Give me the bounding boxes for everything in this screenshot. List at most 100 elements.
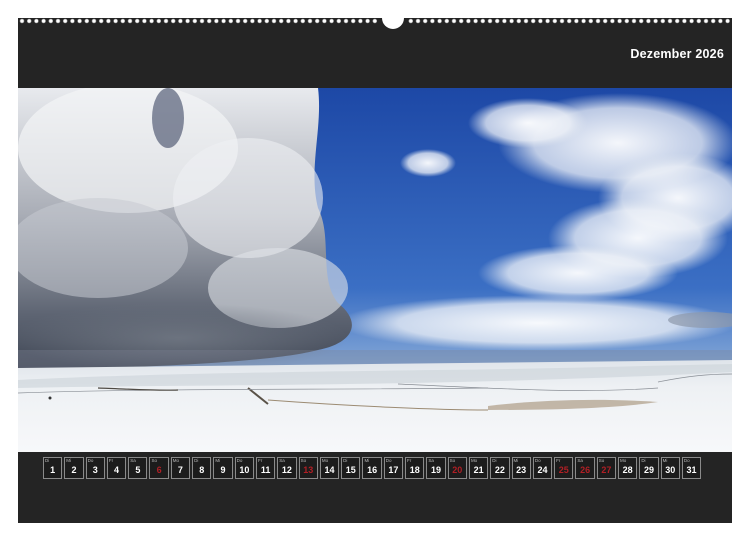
binding-ring bbox=[574, 18, 579, 24]
binding-ring bbox=[84, 18, 90, 24]
binding-ring bbox=[350, 18, 356, 24]
binding-ring bbox=[120, 18, 126, 24]
binding-ring bbox=[300, 18, 306, 24]
binding-ring bbox=[170, 18, 176, 24]
day-cell: Fr 25 bbox=[554, 457, 574, 479]
weekday-label: Fr bbox=[556, 458, 561, 463]
weekday-label: Do bbox=[385, 458, 392, 463]
binding-ring bbox=[466, 18, 471, 24]
binding-ring bbox=[494, 18, 500, 24]
binding-ring bbox=[545, 18, 550, 24]
binding-ring bbox=[437, 18, 442, 24]
binding-ring bbox=[696, 18, 702, 24]
day-strip: Di 1 Mi 2 Do 3 Fr 4 Sa 5 So 6 Mo 7 Di 8 Mi 9 Do 10 Fr 11 Sa 12 S… bbox=[43, 457, 703, 479]
binding-ring bbox=[206, 18, 212, 24]
weekday-label: Fr bbox=[108, 458, 114, 463]
weekday-label: Di bbox=[492, 458, 497, 463]
day-cell: Di 8 bbox=[192, 457, 212, 479]
weekday-label: So bbox=[300, 458, 307, 463]
day-cell: So 20 bbox=[447, 457, 467, 479]
day-cell: Mi 30 bbox=[660, 457, 680, 479]
day-cell: Mo 28 bbox=[618, 457, 638, 479]
binding-ring bbox=[509, 18, 514, 24]
day-number: 29 bbox=[643, 465, 654, 475]
day-number: 30 bbox=[665, 465, 676, 475]
day-number: 31 bbox=[686, 465, 697, 475]
day-number: 7 bbox=[177, 465, 183, 475]
wire-binding bbox=[18, 12, 732, 32]
binding-ring bbox=[523, 18, 529, 24]
weekday-label: Sa bbox=[279, 458, 285, 463]
day-number: 24 bbox=[537, 465, 548, 475]
binding-ring bbox=[408, 18, 414, 24]
binding-ring bbox=[588, 18, 594, 24]
day-number: 11 bbox=[260, 465, 271, 475]
weekday-label: Mi bbox=[662, 458, 668, 463]
binding-ring bbox=[451, 18, 457, 24]
binding-ring bbox=[214, 18, 219, 24]
day-cell: Fr 11 bbox=[255, 457, 276, 479]
month-title: Dezember 2026 bbox=[630, 47, 724, 61]
day-cell: Di 1 bbox=[43, 457, 63, 479]
day-number: 5 bbox=[135, 465, 141, 475]
day-number: 19 bbox=[430, 465, 441, 475]
weekday-label: Mo bbox=[321, 458, 329, 463]
day-cell: Di 29 bbox=[639, 457, 659, 479]
day-number: 25 bbox=[558, 465, 569, 475]
binding-ring bbox=[314, 18, 320, 24]
binding-ring bbox=[674, 18, 680, 24]
weekday-label: Mi bbox=[215, 458, 221, 463]
weekday-label: Sa bbox=[130, 458, 136, 463]
day-number: 14 bbox=[324, 465, 335, 475]
binding-ring bbox=[142, 18, 147, 24]
day-cell: Di 22 bbox=[490, 457, 510, 479]
binding-ring bbox=[480, 18, 486, 24]
weekday-label: So bbox=[449, 458, 456, 463]
binding-ring bbox=[271, 18, 277, 24]
binding-ring bbox=[185, 18, 190, 24]
binding-ring bbox=[98, 18, 104, 24]
day-cell: So 27 bbox=[596, 457, 617, 479]
day-cell: So 13 bbox=[298, 457, 318, 479]
day-number: 2 bbox=[71, 465, 77, 475]
binding-ring bbox=[653, 18, 658, 24]
binding-ring bbox=[221, 18, 226, 24]
day-cell: Sa 5 bbox=[128, 457, 148, 479]
binding-ring bbox=[322, 18, 327, 24]
day-number: 8 bbox=[199, 465, 205, 475]
binding-ring bbox=[48, 18, 54, 24]
day-number: 23 bbox=[516, 465, 527, 475]
weekday-label: Mo bbox=[172, 458, 180, 463]
day-number: 4 bbox=[114, 465, 120, 475]
binding-ring bbox=[178, 18, 183, 24]
binding-ring bbox=[422, 18, 428, 24]
day-cell: Do 10 bbox=[234, 457, 254, 479]
binding-rings bbox=[19, 18, 730, 24]
day-cell: Mi 2 bbox=[64, 457, 84, 479]
binding-ring bbox=[415, 18, 421, 24]
day-number: 20 bbox=[452, 465, 463, 475]
binding-ring bbox=[62, 18, 68, 24]
binding-ring bbox=[624, 18, 630, 24]
binding-ring bbox=[631, 18, 637, 24]
binding-ring bbox=[307, 18, 313, 24]
binding-ring bbox=[106, 18, 111, 24]
binding-ring bbox=[617, 18, 622, 24]
binding-ring bbox=[293, 18, 298, 24]
binding-ring bbox=[473, 18, 478, 24]
day-number: 21 bbox=[473, 465, 484, 475]
weekday-label: Di bbox=[194, 458, 199, 463]
day-number: 18 bbox=[409, 465, 420, 475]
binding-ring bbox=[336, 18, 342, 24]
day-cell: Sa 19 bbox=[426, 457, 446, 479]
binding-ring bbox=[34, 18, 39, 24]
binding-ring bbox=[286, 18, 291, 24]
binding-ring bbox=[26, 18, 32, 24]
weekday-label: Di bbox=[641, 458, 646, 463]
binding-ring bbox=[566, 18, 572, 24]
binding-ring bbox=[199, 18, 205, 24]
binding-ring bbox=[516, 18, 522, 24]
binding-ring bbox=[430, 18, 435, 24]
binding-ring bbox=[242, 18, 248, 24]
binding-ring bbox=[552, 18, 558, 24]
